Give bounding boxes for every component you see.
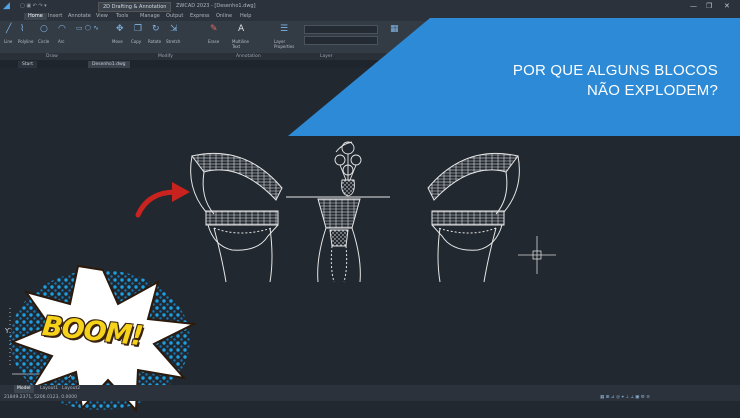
banner-line-2: NÃO EXPLODEM? [587,82,718,99]
status-bar: Model Layout1 Layout2 21849.2371, 5206.0… [0,385,740,401]
tab-layout2[interactable]: Layout2 [62,385,80,393]
status-toggle-icons[interactable]: ▦ ⊞ ⊿ ◎ ⌖ ⊥ ⟂ ▣ ⚙ ≡ [600,394,650,401]
tab-layout1[interactable]: Layout1 [40,385,58,393]
red-arrow-icon [135,182,190,218]
left-chair-block [190,152,283,283]
table-block [286,196,390,283]
tab-model[interactable]: Model [14,385,34,393]
banner-line-1: POR QUE ALGUNS BLOCOS [512,62,718,79]
right-chair-block [427,152,520,283]
vase-block [334,141,362,197]
banner-headline: POR QUE ALGUNS BLOCOS NÃO EXPLODEM? [513,61,718,101]
coordinate-readout: 21849.2371, 5206.0123, 0.0000 [4,395,77,400]
crosshair-cursor [518,236,556,274]
